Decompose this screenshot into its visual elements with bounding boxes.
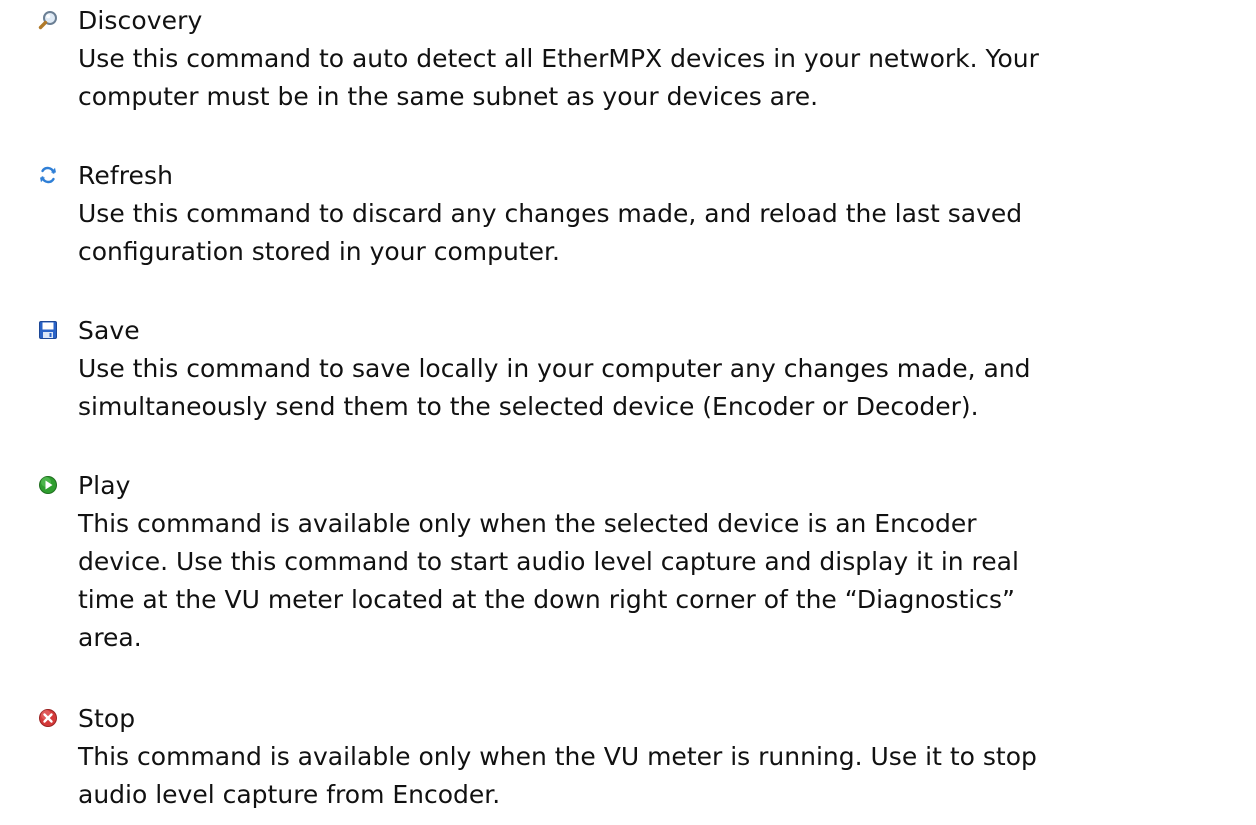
command-title: Save: [78, 316, 140, 345]
description-line: time at the VU meter located at the down…: [78, 585, 1015, 614]
play-icon: [38, 475, 58, 495]
description-line: simultaneously send them to the selected…: [78, 392, 979, 421]
stop-icon: [38, 708, 58, 728]
description-line: Use this command to discard any changes …: [78, 199, 1023, 228]
command-description: Use this command to save locally in your…: [78, 350, 1238, 426]
command-title: Play: [78, 471, 131, 500]
command-title: Refresh: [78, 161, 174, 190]
description-line: This command is available only when the …: [78, 509, 977, 538]
description-line: configuration stored in your computer.: [78, 237, 560, 266]
command-title: Discovery: [78, 6, 203, 35]
description-line: area.: [78, 623, 142, 652]
description-line: This command is available only when the …: [78, 742, 1037, 771]
command-description: This command is available only when the …: [78, 505, 1238, 657]
command-list: Discovery Use this command to auto detec…: [0, 0, 1256, 825]
description-line: device. Use this command to start audio …: [78, 547, 1019, 576]
command-description: This command is available only when the …: [78, 738, 1238, 814]
description-line: audio level capture from Encoder.: [78, 780, 501, 809]
command-description: Use this command to auto detect all Ethe…: [78, 40, 1238, 116]
description-line: Use this command to save locally in your…: [78, 354, 1031, 383]
description-line: Use this command to auto detect all Ethe…: [78, 44, 1039, 73]
magnifier-icon: [38, 10, 58, 30]
description-line: computer must be in the same subnet as y…: [78, 82, 819, 111]
refresh-icon: [38, 165, 58, 185]
command-title: Stop: [78, 704, 136, 733]
command-description: Use this command to discard any changes …: [78, 195, 1238, 271]
floppy-disk-icon: [38, 320, 58, 340]
